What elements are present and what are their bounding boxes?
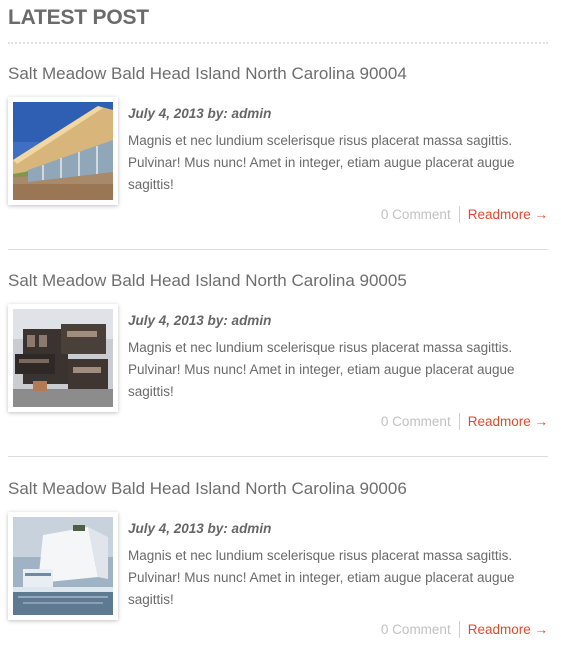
post-card: Salt Meadow Bald Head Island North Carol… bbox=[0, 64, 561, 264]
post-footer: 0 Comment Readmore → bbox=[381, 206, 548, 223]
section-divider bbox=[8, 42, 548, 44]
post-excerpt: Magnis et nec lundium scelerisque risus … bbox=[128, 548, 515, 607]
section-title: LATEST POST bbox=[8, 6, 149, 29]
post-thumbnail[interactable] bbox=[8, 97, 118, 205]
readmore-link[interactable]: Readmore → bbox=[460, 622, 548, 637]
building-photo-wood-pavilion bbox=[13, 102, 113, 200]
post-thumbnail[interactable] bbox=[8, 304, 118, 412]
comment-count-link[interactable]: 0 Comment bbox=[381, 622, 459, 637]
post-title-link[interactable]: Salt Meadow Bald Head Island North Carol… bbox=[8, 64, 407, 84]
post-excerpt: Magnis et nec lundium scelerisque risus … bbox=[128, 340, 515, 399]
post-card: Salt Meadow Bald Head Island North Carol… bbox=[0, 479, 561, 651]
readmore-link[interactable]: Readmore → bbox=[460, 207, 548, 222]
post-meta: July 4, 2013 by: admin bbox=[128, 521, 272, 536]
comment-count-link[interactable]: 0 Comment bbox=[381, 207, 459, 222]
comment-count-link[interactable]: 0 Comment bbox=[381, 414, 459, 429]
post-card: Salt Meadow Bald Head Island North Carol… bbox=[0, 271, 561, 471]
post-divider bbox=[8, 456, 548, 457]
post-thumbnail[interactable] bbox=[8, 512, 118, 620]
post-title-link[interactable]: Salt Meadow Bald Head Island North Carol… bbox=[8, 271, 407, 291]
post-footer: 0 Comment Readmore → bbox=[381, 621, 548, 638]
post-meta: July 4, 2013 by: admin bbox=[128, 313, 272, 328]
building-photo-dark-cantilever bbox=[13, 309, 113, 407]
building-photo-white-waterfront bbox=[13, 517, 113, 615]
post-meta: July 4, 2013 by: admin bbox=[128, 106, 272, 121]
post-divider bbox=[8, 249, 548, 250]
readmore-link[interactable]: Readmore → bbox=[460, 414, 548, 429]
post-footer: 0 Comment Readmore → bbox=[381, 413, 548, 430]
post-excerpt: Magnis et nec lundium scelerisque risus … bbox=[128, 133, 515, 192]
post-title-link[interactable]: Salt Meadow Bald Head Island North Carol… bbox=[8, 479, 407, 499]
